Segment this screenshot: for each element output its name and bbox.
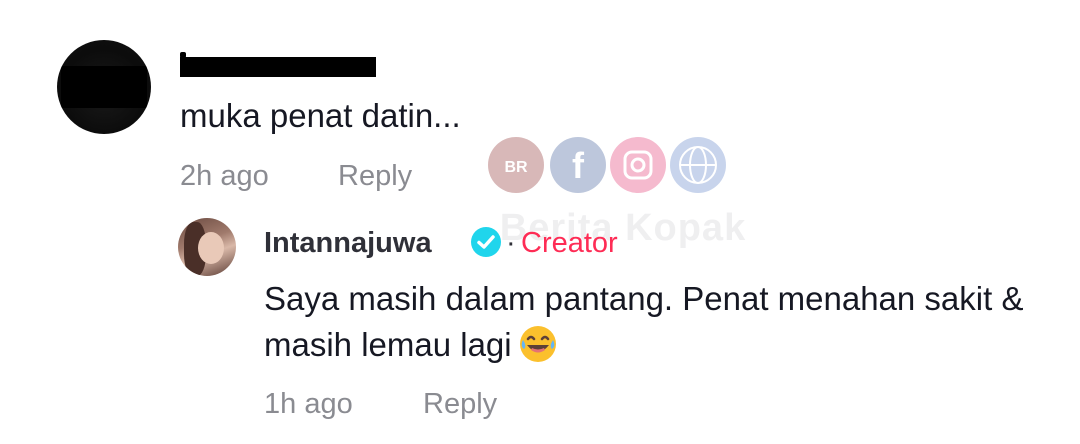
reply-to-reply-button[interactable]: Reply: [423, 386, 497, 422]
avatar-redaction: [61, 66, 147, 108]
separator-dot: ·: [506, 227, 516, 259]
laughing-tears-emoji-icon: [519, 326, 556, 362]
reply-button[interactable]: Reply: [338, 158, 412, 194]
reply-timestamp: 1h ago: [264, 388, 353, 420]
verified-icon: [471, 227, 501, 257]
facebook-icon: f: [550, 137, 606, 193]
creator-badge: Creator: [521, 227, 618, 259]
br-logo-icon: BR: [488, 137, 544, 193]
reply-username[interactable]: Intannajuwa: [264, 225, 432, 261]
svg-text:BR: BR: [504, 159, 528, 176]
commenter-avatar[interactable]: [57, 40, 151, 134]
comment-text: muka penat datin...: [180, 97, 461, 134]
svg-text:f: f: [572, 145, 585, 186]
instagram-icon: [610, 137, 666, 193]
comment-timestamp: 2h ago: [180, 160, 269, 192]
globe-icon: [670, 137, 726, 193]
reply-text: Saya masih dalam pantang. Penat menahan …: [264, 280, 1024, 363]
redacted-username: [180, 52, 376, 77]
reply-text-block: Saya masih dalam pantang. Penat menahan …: [264, 276, 1044, 368]
creator-avatar[interactable]: [178, 218, 236, 276]
